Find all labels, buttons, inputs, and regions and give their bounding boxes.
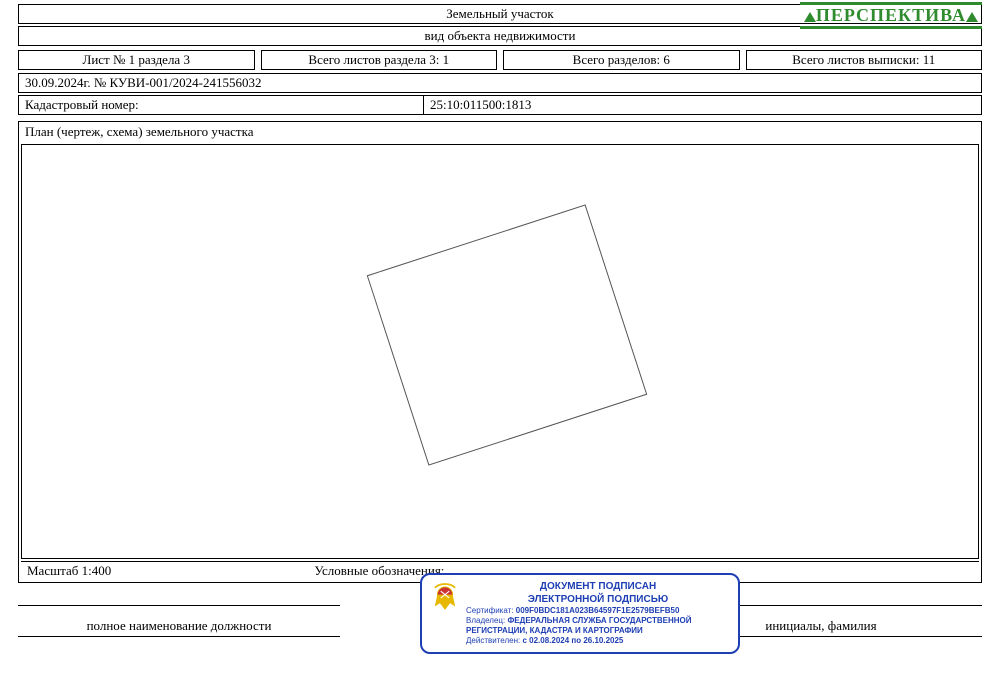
plan-area <box>21 144 979 559</box>
cert-value: 009F0BDC181A023B64597F1E2579BEFB50 <box>516 606 680 615</box>
sheet-number: Лист № 1 раздела 3 <box>18 50 255 70</box>
plot-outline <box>367 204 648 465</box>
valid-label: Действителен: <box>466 636 520 645</box>
object-kind: вид объекта недвижимости <box>18 26 982 46</box>
owner-value-2: РЕГИСТРАЦИИ, КАДАСТРА И КАРТОГРАФИИ <box>466 626 643 635</box>
stamp-title-2: ЭЛЕКТРОННОЙ ПОДПИСЬЮ <box>466 594 730 607</box>
owner-value: ФЕДЕРАЛЬНАЯ СЛУЖБА ГОСУДАРСТВЕННОЙ <box>507 616 691 625</box>
cadastral-row: Кадастровый номер: 25:10:011500:1813 <box>18 95 982 115</box>
digital-signature-stamp: ДОКУМЕНТ ПОДПИСАН ЭЛЕКТРОННОЙ ПОДПИСЬЮ С… <box>420 573 740 654</box>
brand-logo: ПЕРСПЕКТИВА <box>800 2 982 29</box>
document-number: 30.09.2024г. № КУВИ-001/2024-241556032 <box>18 73 982 93</box>
stamp-title-1: ДОКУМЕНТ ПОДПИСАН <box>466 581 730 594</box>
sheets-total: Всего листов выписки: 11 <box>746 50 983 70</box>
cadastral-label: Кадастровый номер: <box>19 96 423 114</box>
emblem-icon <box>428 581 462 615</box>
cert-label: Сертификат: <box>466 606 514 615</box>
plan-title: План (чертеж, схема) земельного участка <box>19 122 981 142</box>
meta-row: Лист № 1 раздела 3 Всего листов раздела … <box>18 50 982 70</box>
plan-container: План (чертеж, схема) земельного участка … <box>18 121 982 583</box>
valid-value: с 02.08.2024 по 26.10.2025 <box>522 636 623 645</box>
cadastral-number: 25:10:011500:1813 <box>423 96 981 114</box>
sections-total: Всего разделов: 6 <box>503 50 740 70</box>
sheets-in-section: Всего листов раздела 3: 1 <box>261 50 498 70</box>
scale-label: Масштаб 1:400 <box>21 562 308 580</box>
owner-label: Владелец: <box>466 616 505 625</box>
signature-position: полное наименование должности <box>18 605 340 637</box>
